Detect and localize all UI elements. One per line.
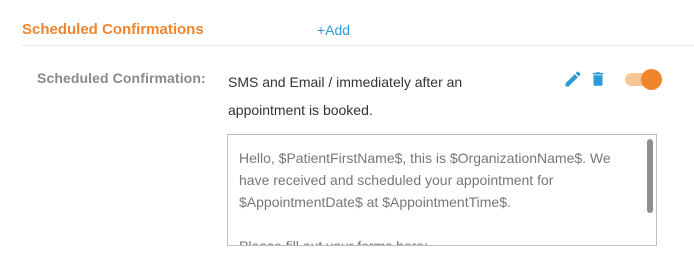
pencil-icon[interactable] — [563, 69, 583, 89]
confirmation-label: Scheduled Confirmation: — [37, 70, 206, 86]
add-confirmation-link[interactable]: +Add — [317, 22, 350, 38]
section-divider — [22, 45, 694, 46]
section-title: Scheduled Confirmations — [22, 21, 204, 38]
confirmation-actions — [563, 68, 662, 90]
confirmation-description: SMS and Email / immediately after an app… — [228, 74, 463, 118]
toggle-knob — [641, 69, 662, 90]
message-textarea[interactable]: Hello, $PatientFirstName$, this is $Orga… — [227, 134, 657, 246]
scheduled-confirmations-panel: Scheduled Confirmations +Add Scheduled C… — [0, 0, 694, 277]
enabled-toggle[interactable] — [625, 68, 662, 90]
message-text: Hello, $PatientFirstName$, this is $Orga… — [239, 150, 611, 246]
textarea-scrollbar[interactable] — [647, 139, 653, 213]
trash-icon[interactable] — [589, 69, 607, 89]
